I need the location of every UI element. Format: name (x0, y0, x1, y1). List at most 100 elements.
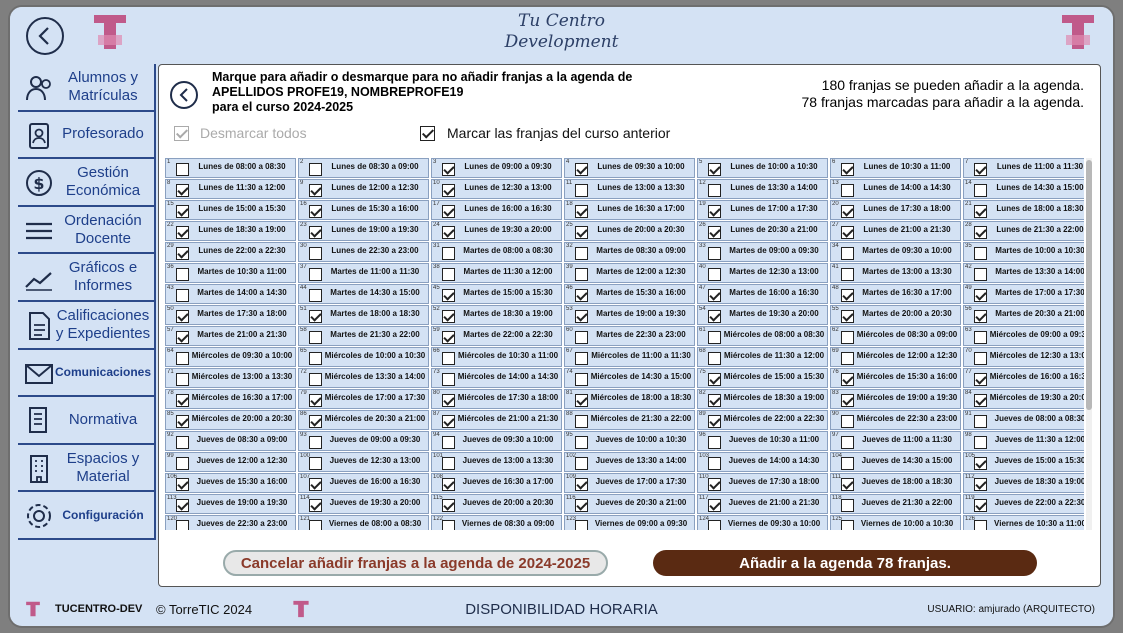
slot-cell[interactable]: 14 Lunes de 14:30 a 15:00 (963, 179, 1084, 199)
slot-cell[interactable]: 52 Martes de 18:30 a 19:00 (431, 305, 562, 325)
slot-cell[interactable]: 100 Jueves de 12:30 a 13:00 (298, 452, 429, 472)
slot-cell[interactable]: 124 Viernes de 09:30 a 10:00 (697, 515, 828, 530)
slot-checkbox[interactable] (575, 499, 588, 512)
slot-checkbox[interactable] (442, 520, 455, 530)
slot-checkbox[interactable] (309, 499, 322, 512)
slot-cell[interactable]: 79 Miércoles de 17:00 a 17:30 (298, 389, 429, 409)
slot-cell[interactable]: 122 Viernes de 08:30 a 09:00 (431, 515, 562, 530)
slot-checkbox[interactable] (442, 457, 455, 470)
slot-checkbox[interactable] (708, 184, 721, 197)
slot-cell[interactable]: 61 Miércoles de 08:00 a 08:30 (697, 326, 828, 346)
slot-checkbox[interactable] (309, 163, 322, 176)
slot-cell[interactable]: 80 Miércoles de 17:30 a 18:00 (431, 389, 562, 409)
sidebar-item-calificaciones[interactable]: Calificaciones y Expedientes (18, 301, 156, 350)
slot-cell[interactable]: 18 Lunes de 16:30 a 17:00 (564, 200, 695, 220)
slot-cell[interactable]: 94 Jueves de 09:30 a 10:00 (431, 431, 562, 451)
slot-cell[interactable]: 35 Martes de 10:00 a 10:30 (963, 242, 1084, 262)
slot-cell[interactable]: 96 Jueves de 10:30 a 11:00 (697, 431, 828, 451)
slot-checkbox[interactable] (575, 226, 588, 239)
slot-checkbox[interactable] (575, 415, 588, 428)
slot-cell[interactable]: 48 Martes de 16:30 a 17:00 (830, 284, 961, 304)
slot-checkbox[interactable] (575, 331, 588, 344)
slot-checkbox[interactable] (575, 268, 588, 281)
slot-cell[interactable]: 44 Martes de 14:30 a 15:00 (298, 284, 429, 304)
slot-checkbox[interactable] (841, 310, 854, 323)
slot-cell[interactable]: 13 Lunes de 14:00 a 14:30 (830, 179, 961, 199)
slot-cell[interactable]: 120 Jueves de 22:30 a 23:00 (165, 515, 296, 530)
slot-checkbox[interactable] (309, 394, 322, 407)
slot-checkbox[interactable] (176, 310, 189, 323)
sidebar-item-gestion[interactable]: $ Gestión Económica (18, 159, 156, 207)
slot-checkbox[interactable] (708, 352, 721, 365)
slot-checkbox[interactable] (974, 520, 987, 530)
slot-cell[interactable]: 115 Jueves de 20:00 a 20:30 (431, 494, 562, 514)
slot-cell[interactable]: 106 Jueves de 15:30 a 16:00 (165, 473, 296, 493)
sidebar-item-ordenacion[interactable]: Ordenación Docente (18, 206, 156, 255)
slot-cell[interactable]: 8 Lunes de 11:30 a 12:00 (165, 179, 296, 199)
slot-cell[interactable]: 104 Jueves de 14:30 a 15:00 (830, 452, 961, 472)
slot-cell[interactable]: 92 Jueves de 08:30 a 09:00 (165, 431, 296, 451)
slot-cell[interactable]: 103 Jueves de 14:00 a 14:30 (697, 452, 828, 472)
slot-checkbox[interactable] (309, 268, 322, 281)
slot-cell[interactable]: 3 Lunes de 09:00 a 09:30 (431, 158, 562, 178)
slot-checkbox[interactable] (309, 184, 322, 197)
slot-checkbox[interactable] (841, 205, 854, 218)
slot-checkbox[interactable] (974, 163, 987, 176)
slot-checkbox[interactable] (176, 415, 189, 428)
slot-checkbox[interactable] (708, 331, 721, 344)
slot-checkbox[interactable] (442, 478, 455, 491)
slot-checkbox[interactable] (974, 247, 987, 260)
slot-checkbox[interactable] (309, 310, 322, 323)
slot-cell[interactable]: 97 Jueves de 11:00 a 11:30 (830, 431, 961, 451)
slot-checkbox[interactable] (841, 415, 854, 428)
slot-checkbox[interactable] (575, 436, 588, 449)
slot-checkbox[interactable] (575, 184, 588, 197)
slot-cell[interactable]: 93 Jueves de 09:00 a 09:30 (298, 431, 429, 451)
slot-checkbox[interactable] (442, 247, 455, 260)
scrollbar-thumb[interactable] (1086, 160, 1092, 410)
slot-checkbox[interactable] (575, 352, 588, 365)
sidebar-item-alumnos[interactable]: Alumnos y Matrículas (18, 64, 156, 112)
slot-checkbox[interactable] (708, 247, 721, 260)
slot-checkbox[interactable] (841, 226, 854, 239)
slot-checkbox[interactable] (176, 457, 189, 470)
slot-checkbox[interactable] (841, 247, 854, 260)
slot-checkbox[interactable] (176, 226, 189, 239)
slot-cell[interactable]: 63 Miércoles de 09:00 a 09:30 (963, 326, 1084, 346)
slot-cell[interactable]: 6 Lunes de 10:30 a 11:00 (830, 158, 961, 178)
slot-checkbox[interactable] (708, 478, 721, 491)
sidebar-item-espacios[interactable]: Espacios y Material (18, 444, 156, 493)
slot-checkbox[interactable] (708, 289, 721, 302)
slot-checkbox[interactable] (309, 520, 322, 530)
slot-cell[interactable]: 49 Martes de 17:00 a 17:30 (963, 284, 1084, 304)
slot-cell[interactable]: 16 Lunes de 15:30 a 16:00 (298, 200, 429, 220)
slot-cell[interactable]: 75 Miércoles de 15:00 a 15:30 (697, 368, 828, 388)
slot-checkbox[interactable] (442, 310, 455, 323)
slot-checkbox[interactable] (974, 352, 987, 365)
slot-checkbox[interactable] (708, 520, 721, 530)
panel-back-button[interactable] (170, 81, 198, 109)
slot-checkbox[interactable] (309, 436, 322, 449)
slot-checkbox[interactable] (841, 478, 854, 491)
slot-cell[interactable]: 20 Lunes de 17:30 a 18:00 (830, 200, 961, 220)
slot-cell[interactable]: 112 Jueves de 18:30 a 19:00 (963, 473, 1084, 493)
slot-checkbox[interactable] (575, 205, 588, 218)
slot-cell[interactable]: 22 Lunes de 18:30 a 19:00 (165, 221, 296, 241)
slot-cell[interactable]: 105 Jueves de 15:00 a 15:30 (963, 452, 1084, 472)
slot-checkbox[interactable] (309, 415, 322, 428)
slot-cell[interactable]: 40 Martes de 12:30 a 13:00 (697, 263, 828, 283)
slot-checkbox[interactable] (442, 289, 455, 302)
sidebar-item-profesorado[interactable]: Profesorado (18, 111, 156, 160)
slot-checkbox[interactable] (442, 331, 455, 344)
slot-checkbox[interactable] (841, 436, 854, 449)
slot-checkbox[interactable] (442, 205, 455, 218)
slot-cell[interactable]: 27 Lunes de 21:00 a 21:30 (830, 221, 961, 241)
slot-checkbox[interactable] (708, 268, 721, 281)
slot-checkbox[interactable] (708, 499, 721, 512)
slot-checkbox[interactable] (575, 247, 588, 260)
slot-cell[interactable]: 72 Miércoles de 13:30 a 14:00 (298, 368, 429, 388)
slot-cell[interactable]: 78 Miércoles de 16:30 a 17:00 (165, 389, 296, 409)
slot-checkbox[interactable] (442, 499, 455, 512)
slot-checkbox[interactable] (575, 289, 588, 302)
slot-checkbox[interactable] (708, 457, 721, 470)
